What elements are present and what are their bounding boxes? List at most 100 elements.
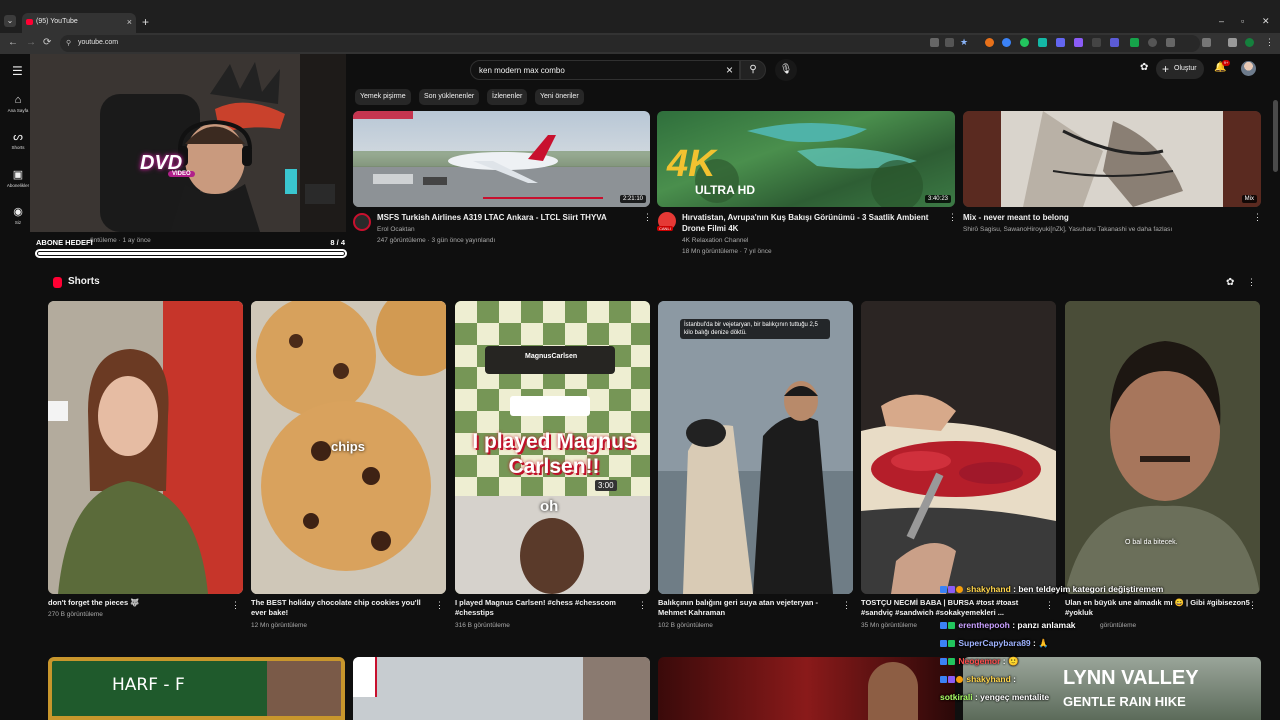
video-title[interactable]: Hırvatistan, Avrupa'nın Kuş Bakışı Görün…	[682, 212, 942, 234]
chat-text: ben teldeyim kategori değiştiremem	[1018, 584, 1164, 594]
more-options-icon[interactable]: ⋮	[1253, 212, 1262, 223]
video-title[interactable]: MSFS Turkish Airlines A319 LTAC Ankara -…	[377, 212, 637, 223]
shorts-more-icon[interactable]: ⋮	[1247, 277, 1256, 288]
cast-icon[interactable]	[930, 38, 939, 47]
cast-icon[interactable]: ✿	[1140, 62, 1148, 73]
badge-icon	[948, 676, 955, 683]
microphone-icon: 🎙	[779, 64, 793, 75]
short-title[interactable]: I played Magnus Carlsen! #chess #chessco…	[455, 598, 635, 618]
video-thumbnail[interactable]	[658, 657, 955, 720]
chat-username: shakyhand	[966, 674, 1011, 684]
video-channel[interactable]: Erol Ocaktan	[377, 224, 415, 235]
lynn-thumb-sub: GENTLE RAIN HIKE	[1063, 694, 1186, 709]
extension-icon[interactable]	[1056, 38, 1065, 47]
maximize-icon[interactable]: ▫	[1241, 16, 1244, 26]
chat-message: SuperCapybara89 : 🙏	[940, 638, 1049, 649]
short-views: 270 B görüntüleme	[48, 611, 103, 618]
close-window-icon[interactable]: ✕	[1262, 16, 1270, 27]
avatar[interactable]	[1241, 61, 1256, 76]
video-thumbnail[interactable]: 2:21:10	[353, 111, 650, 207]
toast-sandwich-image	[861, 301, 1056, 594]
short-overlay-text: İstanbul'da bir vejetaryan, bir balıkçın…	[680, 319, 830, 339]
plus-icon: +	[1162, 62, 1170, 76]
browser-menu-icon[interactable]: ⋮	[1265, 38, 1274, 47]
close-tab-icon[interactable]: ×	[127, 17, 132, 27]
extension-icon[interactable]	[1228, 38, 1237, 47]
more-options-icon[interactable]: ⋮	[231, 600, 240, 611]
more-options-icon[interactable]: ⋮	[842, 600, 851, 611]
video-title[interactable]: Mix - never meant to belong	[963, 212, 1243, 223]
eye-off-icon[interactable]	[945, 38, 954, 47]
filter-chip[interactable]: Yeni öneriler	[535, 89, 584, 105]
extension-icon[interactable]	[1148, 38, 1157, 47]
youtube-favicon-icon	[26, 19, 33, 25]
extension-icon[interactable]	[1166, 38, 1175, 47]
more-options-icon[interactable]: ⋮	[643, 212, 652, 223]
more-options-icon[interactable]: ⋮	[435, 600, 444, 611]
search-icon: ⚲	[749, 64, 757, 75]
short-title[interactable]: Ulan en büyük une almadık mı 😄 | Gibi #g…	[1065, 598, 1255, 618]
hamburger-menu-icon[interactable]: ☰	[12, 64, 23, 78]
search-input[interactable]: ken modern max combo	[479, 66, 565, 75]
new-tab-button[interactable]: +	[142, 15, 149, 29]
extensions-puzzle-icon[interactable]	[1202, 38, 1211, 47]
short-thumbnail[interactable]	[861, 301, 1056, 594]
woman-portrait-image	[48, 301, 243, 594]
extension-icon[interactable]	[1038, 38, 1047, 47]
create-button[interactable]: + Oluştur	[1156, 59, 1204, 79]
short-thumbnail[interactable]: İstanbul'da bir vejetaryan, bir balıkçın…	[658, 301, 853, 594]
video-thumbnail[interactable]: HARF - F	[48, 657, 345, 720]
more-options-icon[interactable]: ⋮	[948, 212, 957, 223]
video-channel[interactable]: 4K Relaxation Channel	[682, 235, 749, 246]
short-overlay-text: chips	[331, 439, 365, 454]
extension-icon[interactable]	[1020, 38, 1029, 47]
bookmark-star-icon[interactable]: ★	[960, 38, 969, 47]
extension-icon[interactable]	[1110, 38, 1119, 47]
back-icon[interactable]: ←	[8, 37, 18, 48]
browser-toolbar: ← → ⟳ ⚲ youtube.com ★ ⋮	[0, 33, 1280, 54]
shorts-logo-icon	[53, 277, 62, 288]
short-title[interactable]: The BEST holiday chocolate chip cookies …	[251, 598, 431, 618]
voice-search-button[interactable]: 🎙	[775, 59, 797, 81]
filter-chip[interactable]: Son yüklenenler	[419, 89, 480, 105]
search-box[interactable]: ken modern max combo ×	[470, 60, 740, 80]
page-scrollbar[interactable]	[1273, 100, 1278, 172]
video-thumbnail[interactable]: 4K ULTRA HD 3:40:23	[657, 111, 955, 207]
short-thumbnail[interactable]: chips	[251, 301, 446, 594]
forward-icon[interactable]: →	[26, 37, 36, 48]
chat-message: erenthepooh : panzı anlamak	[940, 620, 1076, 630]
reload-icon[interactable]: ⟳	[43, 37, 51, 48]
goal-progress-bar	[35, 249, 347, 258]
extension-icon[interactable]	[985, 38, 994, 47]
shorts-settings-icon[interactable]: ✿	[1226, 277, 1234, 288]
more-options-icon[interactable]: ⋮	[1045, 600, 1054, 611]
search-button[interactable]: ⚲	[740, 60, 766, 80]
extension-icon[interactable]	[1002, 38, 1011, 47]
filter-chip[interactable]: İzlenenler	[487, 89, 528, 105]
more-options-icon[interactable]: ⋮	[1248, 600, 1257, 611]
filter-chip[interactable]: Yemek pişirme	[355, 89, 411, 105]
short-title[interactable]: don't forget the pieces 🐺	[48, 598, 228, 608]
short-thumbnail[interactable]: O bal da bitecek.	[1065, 301, 1260, 594]
tab-list-button[interactable]: ⌄	[4, 15, 16, 27]
profile-icon[interactable]	[1245, 38, 1254, 47]
short-thumbnail[interactable]: MagnusCarlsen I played Magnus Carlsen!! …	[455, 301, 650, 594]
address-bar[interactable]: ⚲ youtube.com	[60, 35, 1200, 52]
video-channel[interactable]: Shirō Sagisu, SawanoHiroyuki[nZk], Yasuh…	[963, 224, 1243, 235]
video-thumbnail[interactable]: Mix	[963, 111, 1261, 207]
video-thumbnail[interactable]	[353, 657, 650, 720]
channel-avatar[interactable]	[353, 213, 371, 231]
more-options-icon[interactable]: ⋮	[638, 600, 647, 611]
clear-search-icon[interactable]: ×	[726, 63, 733, 77]
site-info-icon[interactable]: ⚲	[66, 39, 71, 47]
extension-icon[interactable]	[1130, 38, 1139, 47]
short-thumbnail[interactable]	[48, 301, 243, 594]
tab-title: (95) YouTube	[36, 18, 78, 25]
browser-tab-youtube[interactable]: (95) YouTube ×	[22, 13, 136, 33]
short-title[interactable]: Balıkçının balığını geri suya atan vejet…	[658, 598, 838, 618]
minimize-icon[interactable]: –	[1219, 16, 1224, 26]
chat-message: Neogemor : 🙂	[940, 656, 1019, 667]
extension-icon[interactable]	[1074, 38, 1083, 47]
short-title[interactable]: TOSTÇU NECMİ BABA | BURSA #tost #toast #…	[861, 598, 1041, 618]
extension-icon[interactable]	[1092, 38, 1101, 47]
